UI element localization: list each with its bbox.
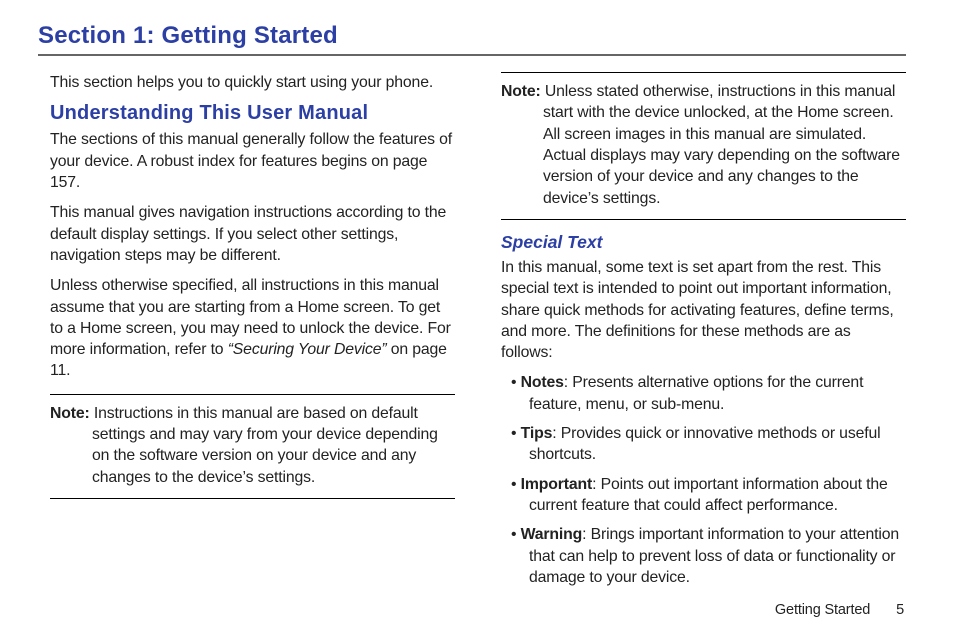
special-text-intro: In this manual, some text is set apart f… <box>501 257 906 364</box>
two-column-layout: This section helps you to quickly start … <box>38 72 906 596</box>
footer-section-name: Getting Started <box>775 602 870 618</box>
para-home-screen: Unless otherwise specified, all instruct… <box>50 275 455 382</box>
term-warning: Warning <box>521 526 583 543</box>
ref-securing-device: “Securing Your Device” <box>228 341 387 358</box>
note-unlocked-home: Note: Unless stated otherwise, instructi… <box>501 72 906 220</box>
title-rule <box>38 54 906 56</box>
note-unlocked-home-text: Note: Unless stated otherwise, instructi… <box>501 81 906 209</box>
para-navigation: This manual gives navigation instruction… <box>50 202 455 266</box>
term-important: Important <box>521 476 593 493</box>
footer-page-number: 5 <box>896 602 904 618</box>
heading-understanding: Understanding This User Manual <box>50 102 455 125</box>
note-body: Instructions in this manual are based on… <box>90 405 438 486</box>
note-label: Note: <box>50 405 90 422</box>
term-notes: Notes <box>521 374 564 391</box>
heading-special-text: Special Text <box>501 232 906 253</box>
page-footer: Getting Started 5 <box>775 602 904 618</box>
definition-list: Notes: Presents alternative options for … <box>501 372 906 588</box>
def-notes: : Presents alternative options for the c… <box>529 374 863 412</box>
note-default-settings-text: Note: Instructions in this manual are ba… <box>50 403 455 488</box>
intro-paragraph: This section helps you to quickly start … <box>50 72 455 93</box>
def-warning: : Brings important information to your a… <box>529 526 899 586</box>
note-body: Unless stated otherwise, instructions in… <box>541 83 900 207</box>
note-default-settings: Note: Instructions in this manual are ba… <box>50 394 455 499</box>
note-label: Note: <box>501 83 541 100</box>
bullet-important: Important: Points out important informat… <box>501 474 906 517</box>
bullet-warning: Warning: Brings important information to… <box>501 524 906 588</box>
bullet-notes: Notes: Presents alternative options for … <box>501 372 906 415</box>
term-tips: Tips <box>521 425 553 442</box>
para-features: The sections of this manual generally fo… <box>50 129 455 193</box>
section-title: Section 1: Getting Started <box>38 22 906 50</box>
bullet-tips: Tips: Provides quick or innovative metho… <box>501 423 906 466</box>
def-tips: : Provides quick or innovative methods o… <box>529 425 880 463</box>
right-column: Note: Unless stated otherwise, instructi… <box>501 72 906 596</box>
left-column: This section helps you to quickly start … <box>38 72 455 596</box>
